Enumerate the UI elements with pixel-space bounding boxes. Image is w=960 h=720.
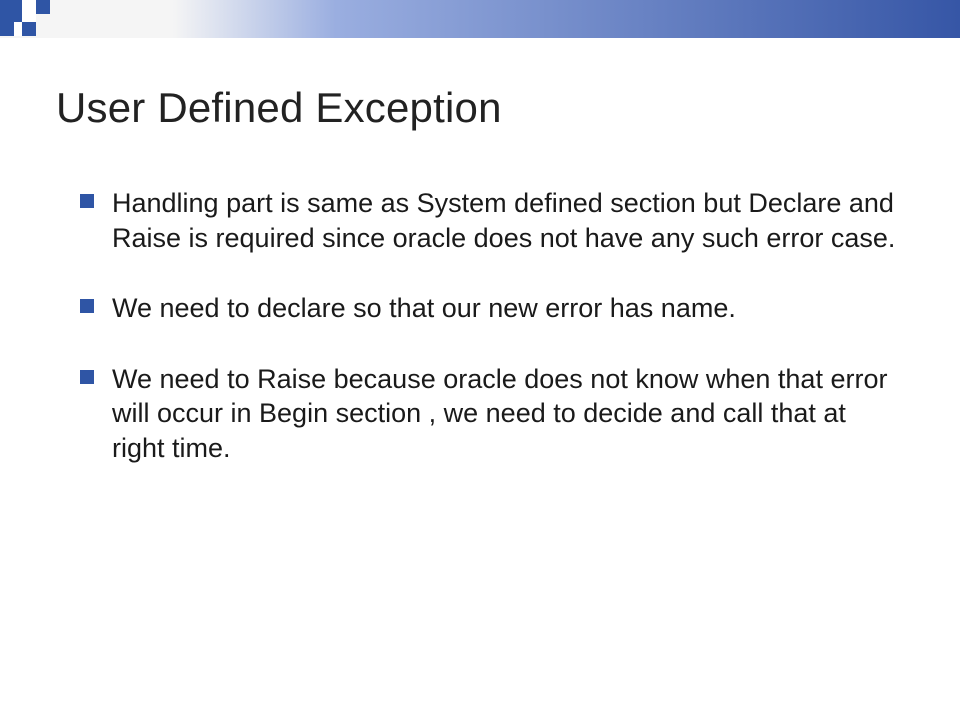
- bullet-text: Handling part is same as System defined …: [112, 186, 902, 255]
- slide-title: User Defined Exception: [56, 84, 904, 132]
- slide-content: User Defined Exception Handling part is …: [0, 38, 960, 465]
- bullet-text: We need to Raise because oracle does not…: [112, 362, 902, 466]
- checker-pattern: [0, 0, 100, 38]
- list-item: Handling part is same as System defined …: [80, 186, 904, 255]
- bullet-icon: [80, 194, 94, 208]
- bullet-text: We need to declare so that our new error…: [112, 291, 736, 326]
- bullet-list: Handling part is same as System defined …: [56, 186, 904, 465]
- decorative-topbar: [0, 0, 960, 38]
- list-item: We need to declare so that our new error…: [80, 291, 904, 326]
- bullet-icon: [80, 370, 94, 384]
- bullet-icon: [80, 299, 94, 313]
- list-item: We need to Raise because oracle does not…: [80, 362, 904, 466]
